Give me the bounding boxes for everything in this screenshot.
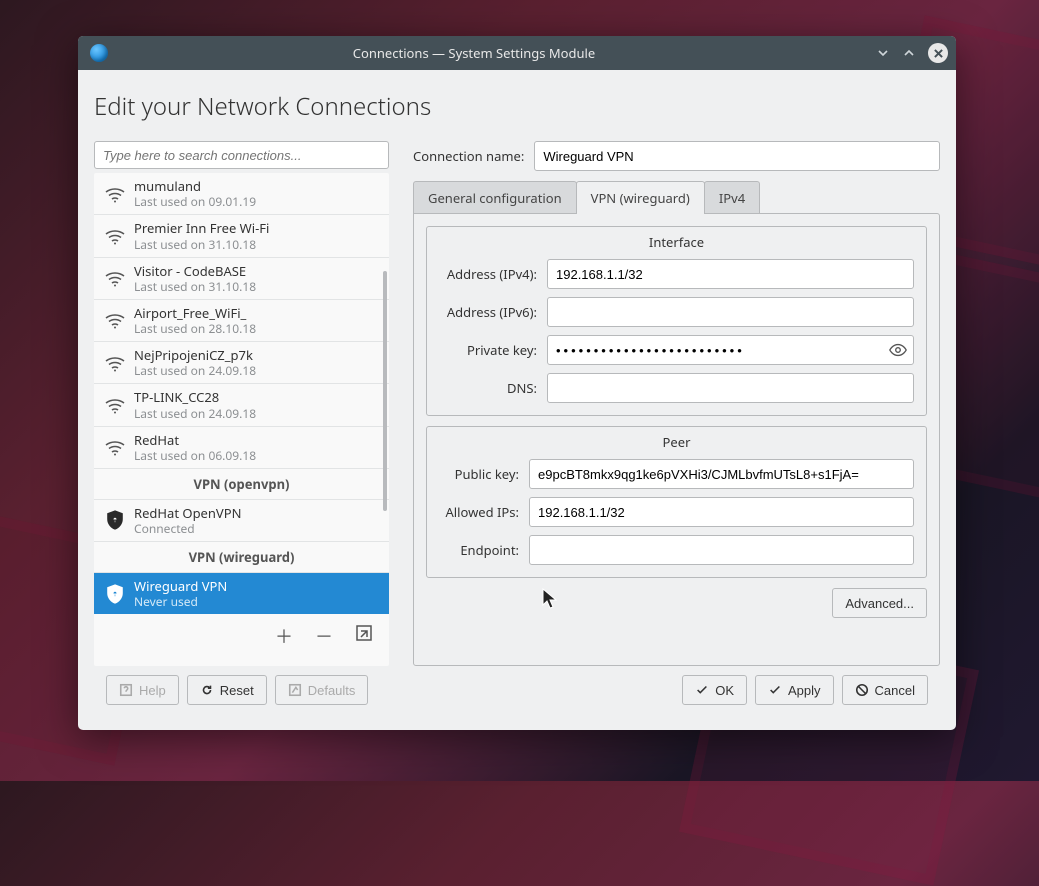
connection-name-input[interactable] (534, 141, 940, 171)
wifi-icon (100, 349, 130, 377)
endpoint-input[interactable] (529, 535, 914, 565)
address-ipv6-input[interactable] (547, 297, 914, 327)
dns-input[interactable] (547, 373, 914, 403)
connections-list: mumulandLast used on 09.01.19 Premier In… (94, 173, 389, 666)
chevron-up-icon[interactable] (898, 42, 920, 64)
footer: Help Reset Defaults OK Apply Cancel (94, 666, 940, 714)
tab-ipv4[interactable]: IPv4 (704, 181, 760, 214)
cancel-button[interactable]: Cancel (842, 675, 928, 705)
list-item[interactable]: RedHat OpenVPNConnected (94, 499, 389, 541)
wifi-icon (100, 391, 130, 419)
list-item[interactable]: mumulandLast used on 09.01.19 (94, 173, 389, 214)
connection-name-label: Connection name: (413, 147, 524, 165)
list-actions: ＋ － (94, 614, 389, 650)
cursor-icon (542, 588, 560, 610)
eye-icon[interactable] (888, 340, 908, 360)
conn-name: mumuland (134, 178, 256, 194)
tabs: General configuration VPN (wireguard) IP… (413, 181, 940, 214)
ok-button[interactable]: OK (682, 675, 747, 705)
export-button[interactable] (355, 624, 373, 648)
group-openvpn: VPN (openvpn) (94, 468, 389, 499)
peer-title: Peer (439, 433, 914, 451)
allowed-ips-input[interactable] (529, 497, 914, 527)
help-button[interactable]: Help (106, 675, 179, 705)
list-item[interactable]: Airport_Free_WiFi_Last used on 28.10.18 (94, 299, 389, 341)
peer-fieldset: Peer Public key: Allowed IPs: Endpoint: (426, 426, 927, 578)
reset-button[interactable]: Reset (187, 675, 267, 705)
tab-body: Interface Address (IPv4): Address (IPv6)… (413, 213, 940, 666)
shield-icon (100, 580, 130, 608)
list-item[interactable]: NejPripojeniCZ_p7kLast used on 24.09.18 (94, 341, 389, 383)
shield-icon (100, 506, 130, 534)
close-button[interactable] (928, 43, 948, 63)
wifi-icon (100, 433, 130, 461)
settings-window: Connections — System Settings Module Edi… (78, 36, 956, 730)
add-button[interactable]: ＋ (275, 623, 293, 649)
apply-button[interactable]: Apply (755, 675, 834, 705)
connection-form: Connection name: General configuration V… (413, 141, 940, 666)
scrollbar[interactable] (383, 271, 387, 511)
defaults-button[interactable]: Defaults (275, 675, 369, 705)
group-wireguard: VPN (wireguard) (94, 541, 389, 572)
globe-icon (90, 44, 108, 62)
wifi-icon (100, 264, 130, 292)
chevron-down-icon[interactable] (872, 42, 894, 64)
page-title: Edit your Network Connections (94, 90, 940, 123)
search-input[interactable] (94, 141, 389, 169)
conn-sub: Last used on 09.01.19 (134, 194, 256, 209)
list-item[interactable]: Visitor - CodeBASELast used on 31.10.18 (94, 257, 389, 299)
list-item[interactable]: TP-LINK_CC28Last used on 24.09.18 (94, 383, 389, 425)
public-key-input[interactable] (529, 459, 914, 489)
wifi-icon (100, 180, 130, 208)
list-item-selected[interactable]: Wireguard VPNNever used (94, 572, 389, 614)
window-title: Connections — System Settings Module (116, 44, 872, 62)
tab-general[interactable]: General configuration (413, 181, 577, 214)
private-key-input[interactable] (547, 335, 914, 365)
wifi-icon (100, 222, 130, 250)
tab-vpn[interactable]: VPN (wireguard) (576, 181, 705, 214)
titlebar: Connections — System Settings Module (78, 36, 956, 70)
list-item[interactable]: RedHatLast used on 06.09.18 (94, 426, 389, 468)
list-item[interactable]: Premier Inn Free Wi-FiLast used on 31.10… (94, 214, 389, 256)
remove-button[interactable]: － (315, 623, 333, 649)
advanced-button[interactable]: Advanced... (832, 588, 927, 618)
interface-title: Interface (439, 233, 914, 251)
interface-fieldset: Interface Address (IPv4): Address (IPv6)… (426, 226, 927, 416)
connections-panel: mumulandLast used on 09.01.19 Premier In… (94, 141, 389, 666)
wifi-icon (100, 306, 130, 334)
address-ipv4-input[interactable] (547, 259, 914, 289)
